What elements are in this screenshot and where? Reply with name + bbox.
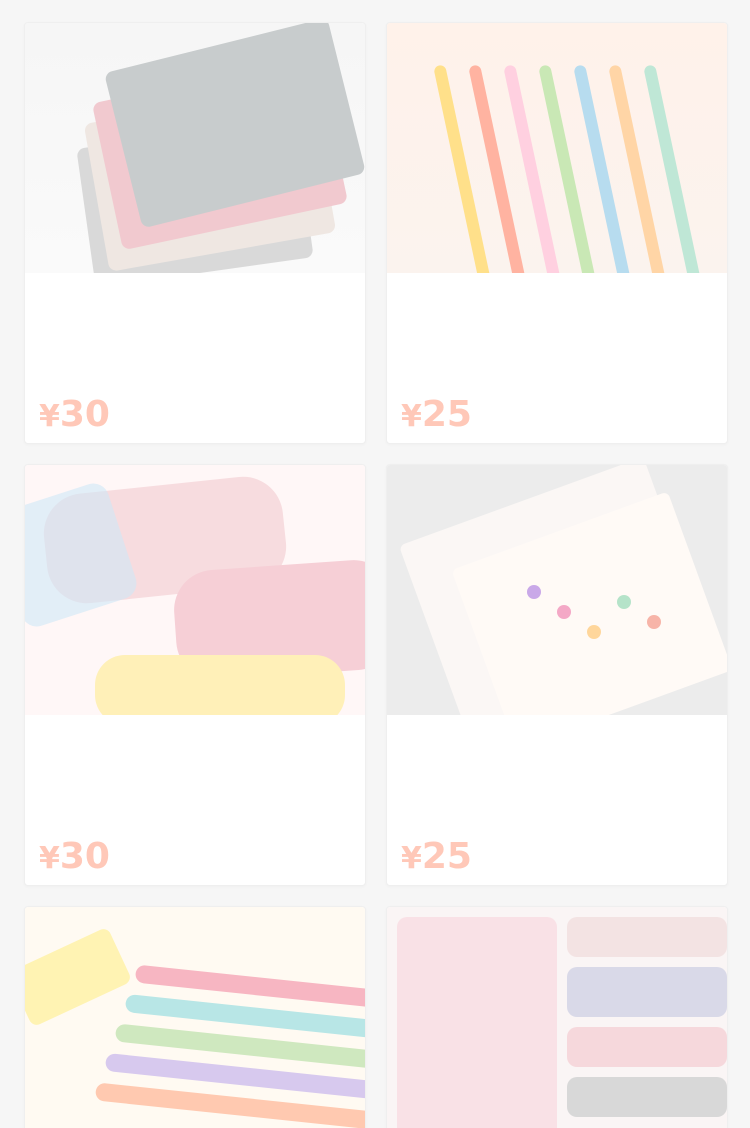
product-price: ¥25: [401, 837, 472, 879]
product-price: ¥30: [39, 395, 110, 437]
product-card[interactable]: ¥25: [386, 464, 728, 886]
stickers-image: [387, 465, 727, 715]
product-subtitle: [39, 813, 351, 833]
product-subtitle: [401, 813, 713, 833]
product-card[interactable]: [386, 906, 728, 1128]
product-price: ¥25: [401, 395, 472, 437]
washi-tape-image: [387, 907, 727, 1128]
notebook-image: [25, 23, 365, 273]
price-value: 25: [421, 836, 472, 877]
product-subtitle: [401, 371, 713, 391]
product-price: ¥30: [39, 837, 110, 879]
product-card[interactable]: ¥30: [24, 464, 366, 886]
currency-symbol: ¥: [39, 841, 60, 876]
price-value: 25: [421, 394, 472, 435]
product-title: [39, 289, 351, 361]
currency-symbol: ¥: [401, 841, 422, 876]
product-card[interactable]: ¥25: [386, 22, 728, 444]
pencil-case-image: [25, 465, 365, 715]
price-value: 30: [59, 836, 110, 877]
pencils-image: [25, 907, 365, 1128]
product-subtitle: [39, 371, 351, 391]
pens-image: [387, 23, 727, 273]
currency-symbol: ¥: [401, 399, 422, 434]
price-value: 30: [59, 394, 110, 435]
currency-symbol: ¥: [39, 399, 60, 434]
product-title: [39, 731, 351, 803]
product-title: [401, 289, 713, 361]
product-feed-page: ¥30 ¥25 ¥30 ¥25: [0, 0, 750, 1128]
product-card[interactable]: ¥30: [24, 22, 366, 444]
product-title: [401, 731, 713, 803]
product-card[interactable]: [24, 906, 366, 1128]
product-grid: ¥30 ¥25 ¥30 ¥25: [24, 22, 728, 1128]
